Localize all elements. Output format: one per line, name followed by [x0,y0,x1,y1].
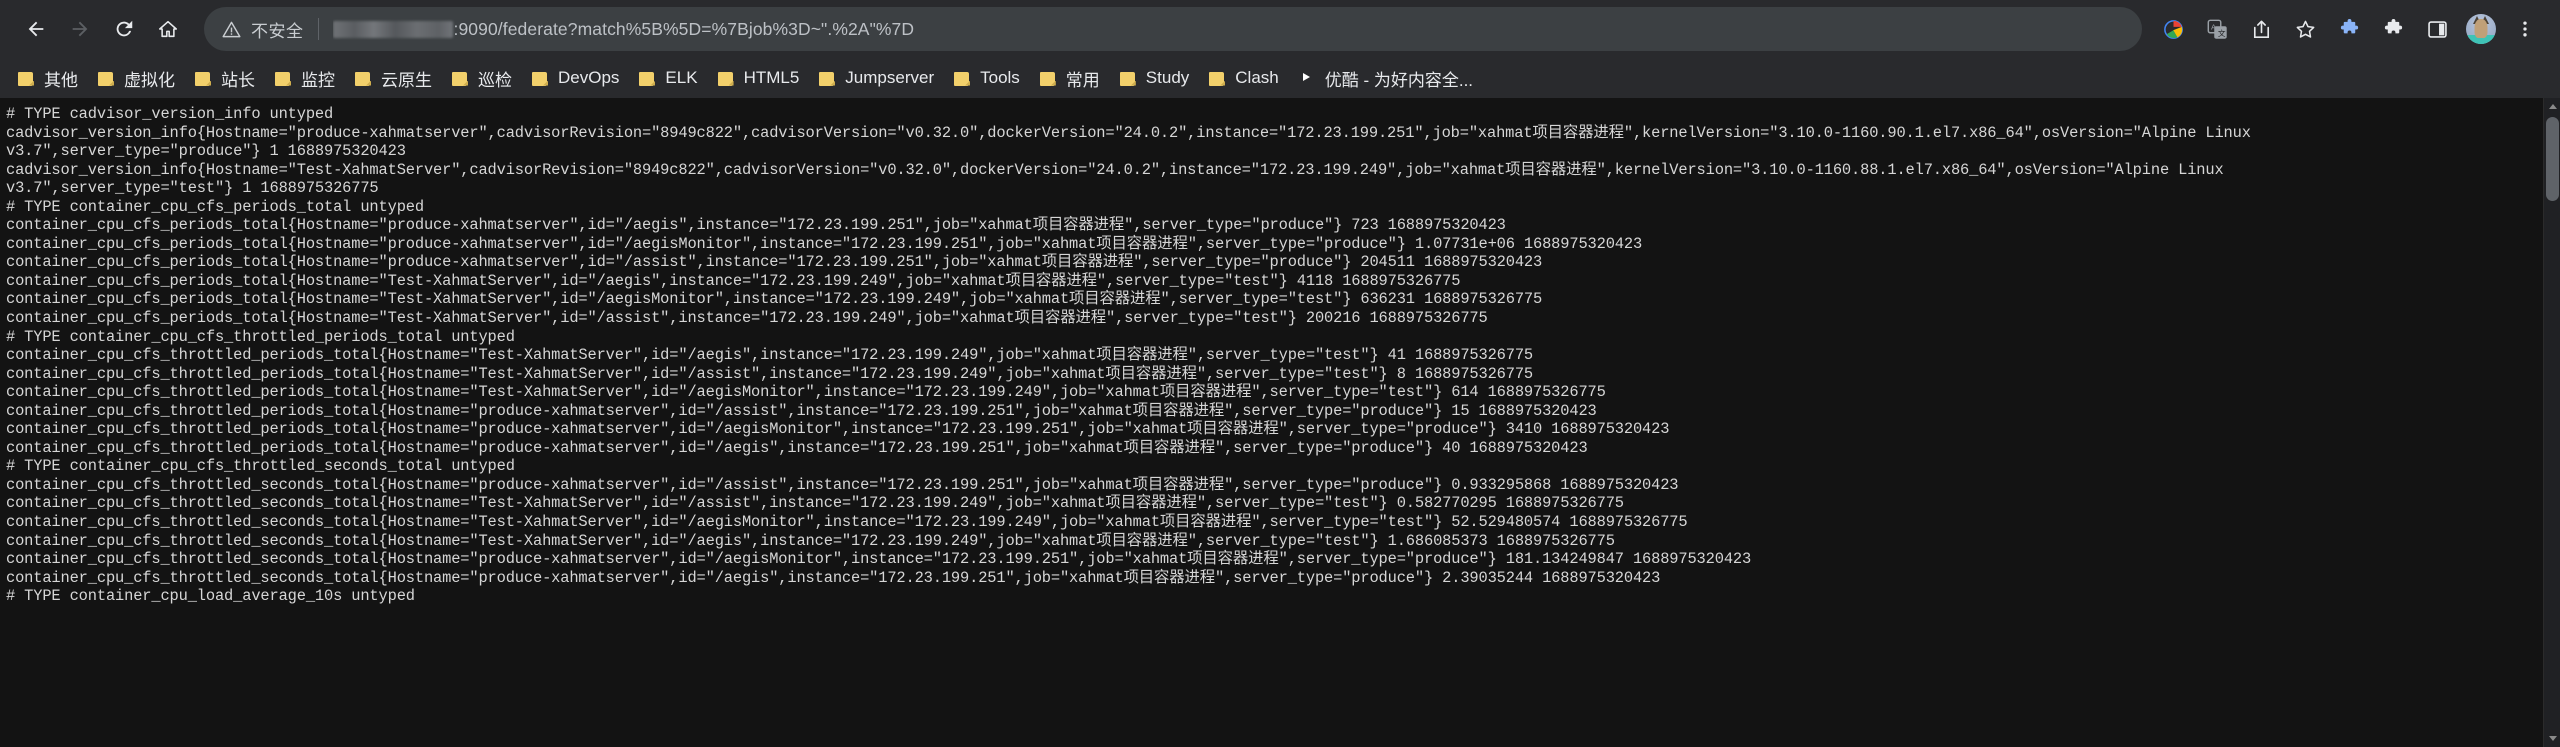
home-button[interactable] [146,7,190,51]
bookmark-label: 其他 [44,70,78,90]
vertical-scrollbar[interactable] [2543,98,2560,747]
omnibox-divider [317,18,319,40]
extension-puzzle-b-icon[interactable] [2372,8,2414,50]
folder-icon [1039,71,1057,86]
bookmark-label: 监控 [301,70,335,90]
folder-icon [819,71,836,86]
translate-icon[interactable]: A 文 [2196,8,2238,50]
bookmark-label: Tools [980,68,1020,87]
share-icon[interactable] [2240,8,2282,50]
bookmark-label: Jumpserver [845,68,935,87]
folder-icon [275,71,292,86]
bookmarks-bar: 其他 虚拟化 站长 监控 云原生 巡检 DevOps ELK HTML5 Jum… [0,58,2560,98]
url-host-redacted [332,20,453,38]
google-lens-icon[interactable] [2152,8,2194,50]
bookmark-label: DevOps [558,68,620,87]
folder-icon [717,71,735,86]
bookmark-label: 常用 [1065,70,1100,90]
folder-icon [639,71,656,86]
side-panel-icon[interactable] [2416,8,2458,50]
prometheus-metrics-text: # TYPE cadvisor_version_info untyped cad… [6,105,2251,606]
bookmark-item-13[interactable]: Clash [1201,63,1290,93]
bookmark-item-14[interactable]: 优酷 - 为好内容全... [1291,63,1485,93]
bookmark-label: 巡检 [478,70,512,90]
bookmark-label: 云原生 [381,70,432,90]
toolbar-right-actions: A 文 [2152,8,2546,50]
bookmark-item-0[interactable]: 其他 [10,63,90,93]
bookmark-label: 虚拟化 [124,70,175,90]
browser-toolbar: 不安全 :9090/federate?match%5B%5D=%7Bjob%3D… [0,0,2560,58]
url-display[interactable]: :9090/federate?match%5B%5D=%7Bjob%3D~".%… [332,18,2125,40]
warning-triangle-icon[interactable] [222,20,241,39]
folder-icon [954,71,971,86]
page-viewport: # TYPE cadvisor_version_info untyped cad… [0,98,2560,747]
folder-icon [452,71,469,86]
folder-icon [18,71,35,86]
address-bar[interactable]: 不安全 :9090/federate?match%5B%5D=%7Bjob%3D… [204,7,2142,51]
youku-icon [1299,70,1316,87]
bookmark-item-12[interactable]: Study [1112,63,1201,93]
folder-icon [1209,71,1226,86]
svg-text:A: A [2210,22,2216,31]
extension-puzzle-a-icon[interactable] [2328,8,2370,50]
scrollbar-thumb[interactable] [2546,117,2559,201]
bookmark-item-5[interactable]: 巡检 [444,63,524,93]
security-status-label: 不安全 [251,21,304,41]
bookmark-label: 优酷 - 为好内容全... [1324,70,1474,90]
folder-icon [1119,71,1137,86]
bookmark-label: Clash [1235,68,1279,87]
bookmark-item-11[interactable]: 常用 [1032,63,1112,93]
page-scroll-area: # TYPE cadvisor_version_info untyped cad… [0,98,2543,747]
svg-text:文: 文 [2217,28,2225,38]
bookmark-item-2[interactable]: 站长 [187,63,267,93]
folder-icon [195,71,212,86]
scroll-down-arrow-icon[interactable] [2544,730,2560,747]
back-button[interactable] [14,7,58,51]
url-text: :9090/federate?match%5B%5D=%7Bjob%3D~".%… [453,18,915,39]
bookmark-item-10[interactable]: Tools [946,63,1032,93]
browser-window: 不安全 :9090/federate?match%5B%5D=%7Bjob%3D… [0,0,2560,747]
bookmark-item-7[interactable]: ELK [631,63,709,93]
folder-icon [532,71,549,86]
bookmark-item-1[interactable]: 虚拟化 [90,63,187,93]
bookmark-label: ELK [665,68,698,87]
chrome-menu-icon[interactable] [2504,8,2546,50]
bookmark-star-icon[interactable] [2284,8,2326,50]
reload-button[interactable] [102,7,146,51]
bookmark-item-6[interactable]: DevOps [524,63,631,93]
bookmark-item-4[interactable]: 云原生 [347,63,444,93]
bookmark-label: 站长 [221,70,255,90]
bookmark-item-8[interactable]: HTML5 [710,63,812,93]
bookmark-label: HTML5 [743,68,800,87]
avatar [2466,14,2496,44]
folder-icon [355,71,372,86]
profile-avatar[interactable] [2460,8,2502,50]
bookmark-item-3[interactable]: 监控 [267,63,347,93]
forward-button[interactable] [58,7,102,51]
bookmark-item-9[interactable]: Jumpserver [811,63,946,93]
folder-icon [98,71,115,86]
scroll-up-arrow-icon[interactable] [2544,98,2560,115]
bookmark-label: Study [1145,68,1190,87]
